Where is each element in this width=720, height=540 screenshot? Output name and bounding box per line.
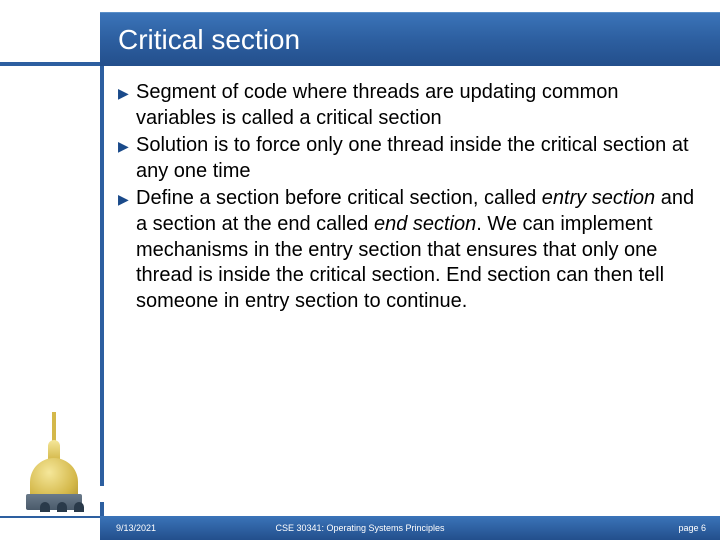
text-run: Solution is to force only one thread ins… — [136, 134, 689, 182]
content-area: ▶ Segment of code where threads are upda… — [118, 80, 700, 316]
bullet-item: ▶ Solution is to force only one thread i… — [118, 133, 700, 184]
bullet-icon: ▶ — [118, 80, 136, 131]
bullet-item: ▶ Define a section before critical secti… — [118, 186, 700, 314]
text-run: Define a section before critical section… — [136, 187, 542, 209]
slide-title: Critical section — [118, 24, 300, 56]
dome-arch — [74, 502, 84, 512]
dome-spire — [52, 412, 56, 442]
bullet-icon: ▶ — [118, 133, 136, 184]
footer-course: CSE 30341: Operating Systems Principles — [275, 523, 444, 533]
bullet-item: ▶ Segment of code where threads are upda… — [118, 80, 700, 131]
dome-arch — [40, 502, 50, 512]
dome-logo — [18, 406, 90, 506]
footer-bar: 9/13/2021 CSE 30341: Operating Systems P… — [0, 516, 720, 540]
text-run-italic: end section — [374, 213, 476, 235]
dome-base — [26, 494, 82, 510]
title-bar-left-gap — [0, 12, 100, 66]
text-run: Segment of code where threads are updati… — [136, 81, 619, 129]
bullet-text: Define a section before critical section… — [136, 186, 700, 314]
corner-notch — [100, 502, 114, 516]
footer-date: 9/13/2021 — [116, 523, 156, 533]
bullet-text: Solution is to force only one thread ins… — [136, 133, 700, 184]
bullet-icon: ▶ — [118, 186, 136, 314]
dome-lantern — [48, 440, 60, 460]
divider-vertical — [100, 66, 104, 486]
bullet-text: Segment of code where threads are updati… — [136, 80, 700, 131]
text-run-italic: entry section — [542, 187, 655, 209]
footer-page: page 6 — [678, 523, 706, 533]
dome-arch — [57, 502, 67, 512]
divider-horizontal — [0, 62, 100, 66]
footer-left-gap — [0, 516, 100, 540]
